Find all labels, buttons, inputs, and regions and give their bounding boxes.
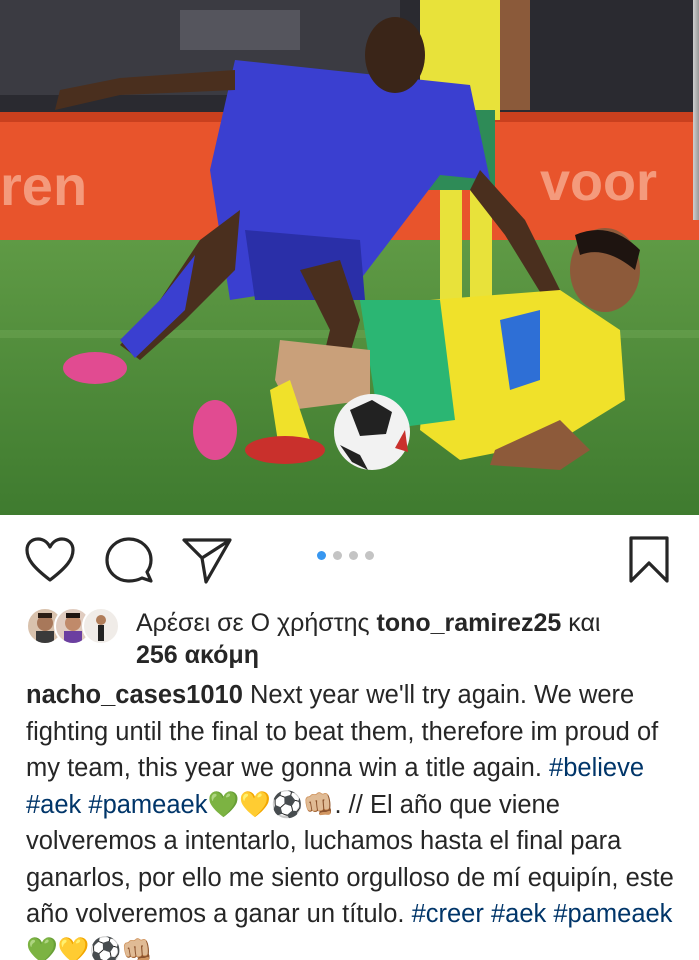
share-button[interactable] [182,535,232,585]
svg-text:voor: voor [540,152,657,212]
caption-separator: . // [334,790,363,819]
action-bar [0,515,699,605]
comment-button[interactable] [104,535,154,585]
hashtag[interactable]: #pameaek [553,900,672,928]
liker-avatars [26,607,126,647]
avatar [82,607,120,645]
comment-icon [105,537,153,583]
bookmark-icon [629,536,669,583]
hashtag[interactable]: #aek [26,791,81,819]
hashtag[interactable]: #believe [549,754,644,782]
liker-username[interactable]: tono_ramirez25 [377,609,562,637]
likes-text: Αρέσει σε Ο χρήστης tono_ramirez25 και [136,606,600,640]
caption-username[interactable]: nacho_cases1010 [26,681,243,709]
carousel-dot-2 [333,551,342,560]
caption-emoji: 💚💛⚽👊🏼 [207,790,335,819]
likes-count[interactable]: 256 ακόμη [136,638,259,672]
football-match-image: ren voor [0,0,699,515]
heart-icon [25,537,75,582]
save-button[interactable] [624,535,674,585]
post-caption: nacho_cases1010 Next year we'll try agai… [26,677,686,960]
caption-emoji: 💚💛⚽👊🏼 [26,936,154,960]
screen-edge [693,0,699,220]
hashtag[interactable]: #creer [412,900,484,928]
paper-plane-icon [182,538,232,584]
like-button[interactable] [25,535,75,585]
carousel-dot-4 [365,551,374,560]
likes-conj: και [568,609,601,637]
carousel-dot-3 [349,551,358,560]
hashtag[interactable]: #pameaek [88,791,207,819]
carousel-dot-1 [317,551,326,560]
post-photo[interactable]: ren voor [0,0,699,515]
likes-prefix: Αρέσει σε Ο χρήστης [136,609,370,637]
hashtag[interactable]: #aek [491,900,546,928]
carousel-indicator [317,551,374,560]
svg-text:ren: ren [0,154,87,217]
